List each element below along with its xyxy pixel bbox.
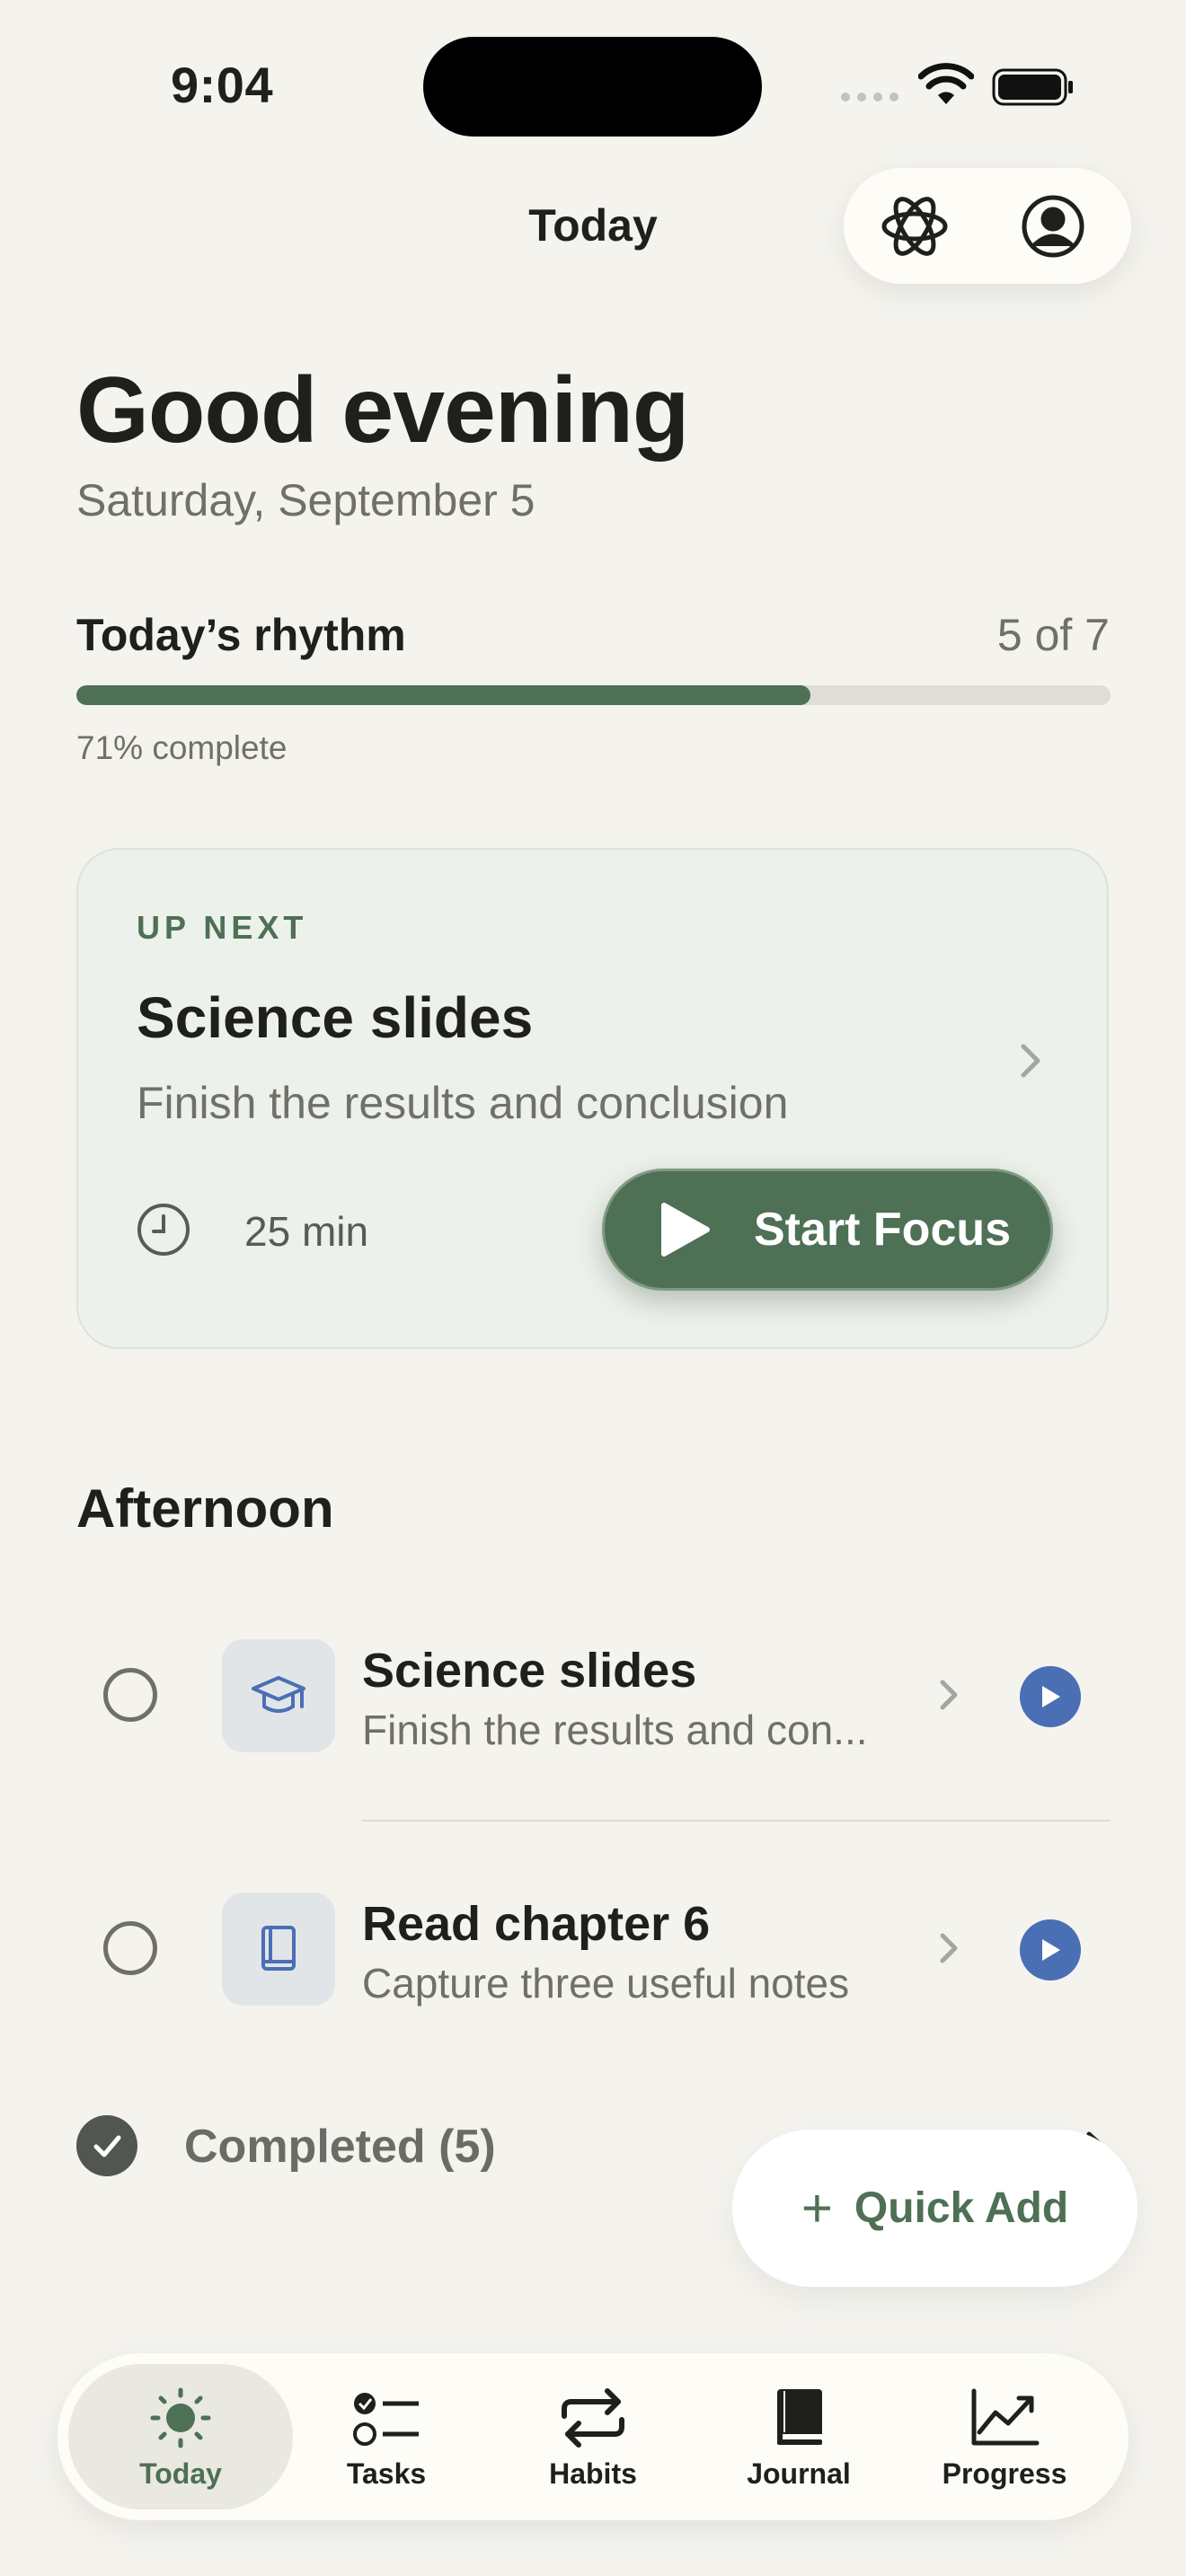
tab-label: Today: [139, 2457, 222, 2490]
greeting-heading: Good evening: [76, 358, 689, 463]
tab-today[interactable]: Today: [68, 2364, 293, 2510]
task-row[interactable]: Science slides Finish the results and co…: [76, 1621, 1111, 1774]
date-label: Saturday, September 5: [76, 475, 535, 525]
rhythm-label: Today’s rhythm: [76, 610, 406, 660]
chevron-right-icon: [940, 1680, 958, 1710]
repeat-icon: [562, 2388, 624, 2448]
dynamic-island: [423, 37, 762, 137]
profile-icon[interactable]: [1014, 188, 1092, 265]
up-next-card[interactable]: UP NEXT Science slides Finish the result…: [76, 848, 1109, 1349]
list-divider: [362, 1820, 1111, 1822]
play-icon: [1042, 1686, 1060, 1707]
graduation-cap-icon: [222, 1639, 335, 1752]
clock-icon: [137, 1204, 190, 1256]
battery-icon: [992, 68, 1073, 106]
sun-icon: [150, 2387, 211, 2448]
task-checkbox[interactable]: [103, 1668, 157, 1722]
up-next-title: Science slides: [137, 985, 534, 1050]
up-next-subtitle: Finish the results and conclusion: [137, 1078, 789, 1128]
task-row[interactable]: Read chapter 6 Capture three useful note…: [76, 1875, 1111, 2027]
progress-percent: 71% complete: [76, 729, 288, 766]
atom-icon[interactable]: [876, 188, 953, 265]
tab-label: Progress: [942, 2457, 1067, 2490]
play-icon: [661, 1203, 710, 1257]
tab-journal[interactable]: Journal: [686, 2364, 911, 2510]
chevron-right-icon: [1021, 1044, 1040, 1078]
completed-check-icon[interactable]: [76, 2115, 137, 2176]
play-icon: [1042, 1939, 1060, 1961]
nav-actions: [844, 168, 1131, 284]
play-button[interactable]: [1020, 1919, 1081, 1981]
rhythm-count: 5 of 7: [996, 610, 1110, 660]
tab-habits[interactable]: Habits: [481, 2364, 705, 2510]
task-title: Read chapter 6: [362, 1897, 711, 1951]
task-subtitle: Finish the results and con...: [362, 1707, 868, 1753]
chart-icon: [971, 2388, 1040, 2446]
start-focus-label: Start Focus: [754, 1204, 1012, 1256]
journal-icon: [777, 2389, 822, 2445]
wifi-icon: [918, 63, 974, 104]
completed-section-toggle[interactable]: Completed (5): [184, 2120, 496, 2174]
rhythm-progress-fill: [76, 685, 811, 705]
up-next-eyebrow: UP NEXT: [137, 909, 308, 946]
cellular-signal-icon: [841, 93, 898, 101]
tab-label: Journal: [747, 2457, 851, 2490]
task-subtitle: Capture three useful notes: [362, 1960, 850, 2007]
checklist-icon: [353, 2393, 419, 2446]
play-button[interactable]: [1020, 1666, 1081, 1727]
task-checkbox[interactable]: [103, 1921, 157, 1975]
plus-icon: +: [801, 2177, 833, 2238]
up-next-duration: 25 min: [244, 1208, 369, 1255]
tab-label: Tasks: [346, 2457, 427, 2490]
tab-tasks[interactable]: Tasks: [274, 2364, 499, 2510]
book-icon: [222, 1892, 335, 2006]
start-focus-button[interactable]: Start Focus: [602, 1169, 1053, 1291]
task-title: Science slides: [362, 1644, 697, 1698]
rhythm-progress-bar: [76, 685, 1111, 705]
tab-progress[interactable]: Progress: [892, 2364, 1117, 2510]
nav-title: Today: [528, 200, 658, 251]
section-afternoon: Afternoon: [76, 1478, 334, 1539]
quick-add-button[interactable]: + Quick Add: [732, 2130, 1137, 2287]
quick-add-label: Quick Add: [854, 2184, 1069, 2232]
tab-label: Habits: [549, 2457, 637, 2490]
chevron-right-icon: [940, 1933, 958, 1963]
status-time: 9:04: [171, 57, 274, 113]
tab-bar: Today Tasks Habits Journal Progress: [58, 2353, 1128, 2520]
